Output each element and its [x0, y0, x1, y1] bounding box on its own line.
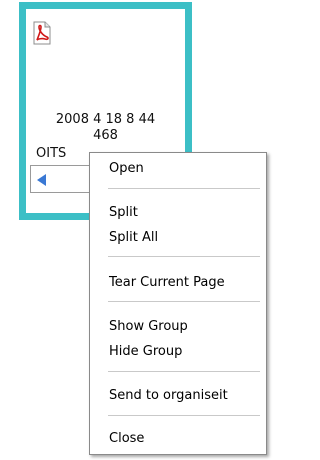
menu-item-close[interactable]: Close: [109, 429, 144, 449]
menu-item-split[interactable]: Split: [109, 203, 138, 223]
pdf-icon: [32, 21, 52, 45]
menu-item-open[interactable]: Open: [109, 159, 144, 179]
thumbnail-line-1: 2008 4 18 8 44: [55, 112, 156, 127]
thumbnail-nav-bar: [30, 165, 92, 193]
previous-arrow-icon[interactable]: [37, 174, 46, 186]
menu-item-tear-current-page[interactable]: Tear Current Page: [109, 273, 225, 293]
menu-separator: [108, 188, 260, 189]
menu-item-show-group[interactable]: Show Group: [109, 317, 188, 337]
menu-separator: [108, 371, 260, 372]
menu-separator: [108, 415, 260, 416]
thumbnail-line-2: 468: [93, 128, 118, 143]
menu-item-hide-group[interactable]: Hide Group: [109, 342, 182, 362]
screen: 2008 4 18 8 44 468 OITS Open Split Split…: [0, 0, 297, 460]
menu-item-send-to-organiseit[interactable]: Send to organiseit: [109, 386, 228, 406]
context-menu: Open Split Split All Tear Current Page S…: [89, 152, 267, 455]
menu-separator: [108, 256, 260, 257]
thumbnail-line-3: OITS: [36, 146, 67, 161]
thumbnail-caption: 2008 4 18 8 44 468: [26, 112, 185, 144]
menu-separator: [108, 301, 260, 302]
menu-item-split-all[interactable]: Split All: [109, 228, 158, 248]
